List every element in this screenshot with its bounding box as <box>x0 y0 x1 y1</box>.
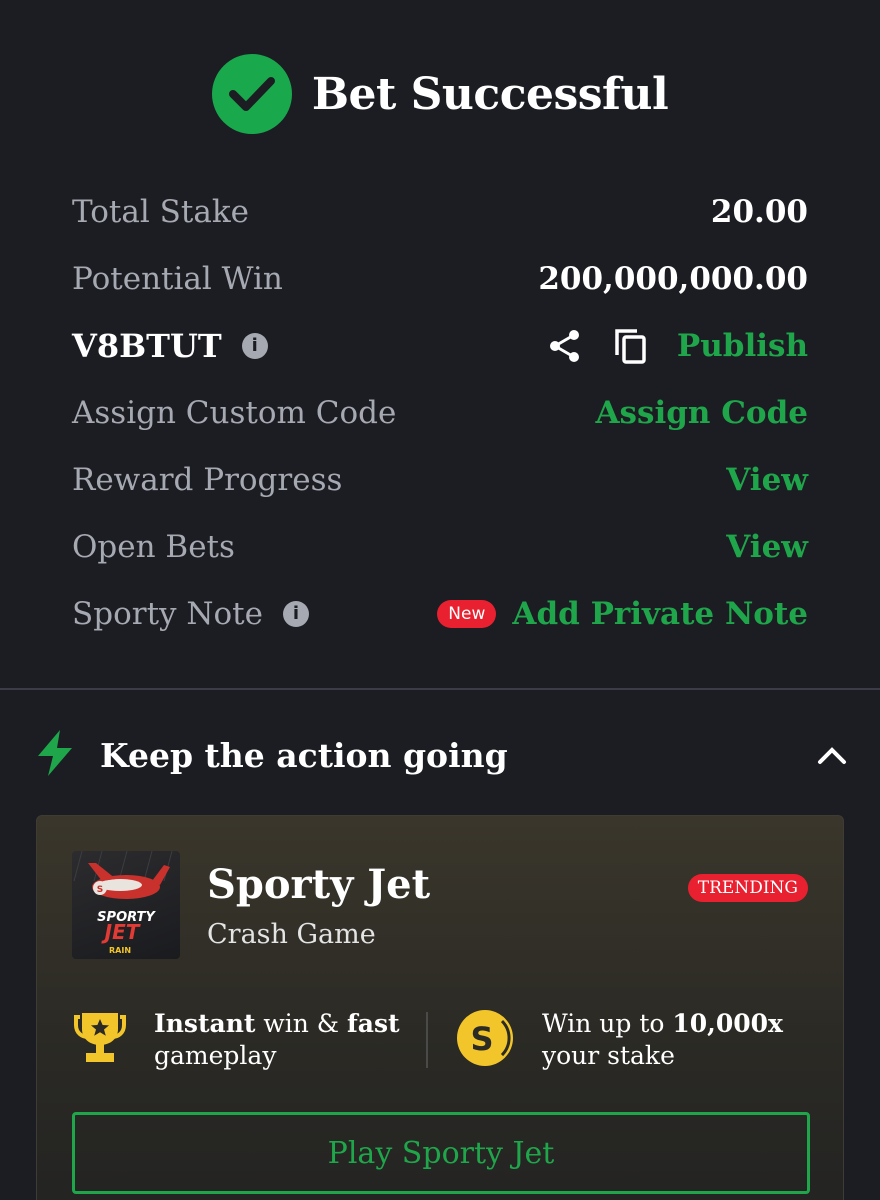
divider <box>0 688 880 690</box>
new-badge: New <box>437 599 497 628</box>
sporty-note-label: Sporty Note i <box>72 596 309 632</box>
booking-code-row: V8BTUT i Publish <box>72 312 808 379</box>
booking-code-text: V8BTUT <box>72 326 222 365</box>
info-icon[interactable]: i <box>241 332 268 359</box>
info-icon[interactable]: i <box>282 600 309 627</box>
reward-progress-label: Reward Progress <box>72 461 343 498</box>
total-stake-value: 20.00 <box>710 193 808 230</box>
booking-code: V8BTUT i <box>72 327 268 365</box>
sporty-jet-card: S SPORTY JET RAIN Sporty Jet Crash Game … <box>36 815 844 1200</box>
copy-icon[interactable] <box>611 326 651 366</box>
game-name: Sporty Jet <box>207 861 431 908</box>
total-stake-label: Total Stake <box>72 193 249 230</box>
thumb-text-jet: JET <box>101 920 141 944</box>
potential-win-row: Potential Win 200,000,000.00 <box>72 245 808 312</box>
lightning-icon <box>36 730 74 780</box>
feature-instant-win: Instant win & fast gameplay <box>72 1008 426 1072</box>
check-circle-icon <box>211 54 292 134</box>
sporty-note-text: Sporty Note <box>72 595 263 632</box>
section-title-group: Keep the action going <box>36 730 508 780</box>
bet-summary: Total Stake 20.00 Potential Win 200,000,… <box>72 178 808 647</box>
trending-badge: TRENDING <box>687 874 808 902</box>
booking-code-actions: Publish <box>545 326 808 366</box>
assign-code-row: Assign Custom Code Assign Code <box>72 379 808 446</box>
coin-icon: S <box>456 1009 516 1071</box>
open-bets-label: Open Bets <box>72 528 235 565</box>
chevron-up-icon[interactable] <box>812 735 852 775</box>
svg-text:S: S <box>97 885 103 895</box>
trophy-icon <box>72 1011 128 1069</box>
total-stake-row: Total Stake 20.00 <box>72 178 808 245</box>
game-type: Crash Game <box>207 919 376 950</box>
svg-text:S: S <box>470 1020 493 1058</box>
keep-action-header[interactable]: Keep the action going <box>36 726 852 784</box>
potential-win-value: 200,000,000.00 <box>538 260 808 297</box>
feature-separator <box>426 1012 428 1068</box>
play-sporty-jet-button[interactable]: Play Sporty Jet <box>72 1112 810 1194</box>
potential-win-label: Potential Win <box>72 260 283 297</box>
page-title: Bet Successful <box>311 68 669 120</box>
feature-win-up-to: S Win up to 10,000x your stake <box>456 1008 810 1072</box>
feature-list: Instant win & fast gameplay S Win up to … <box>72 1006 810 1074</box>
reward-view-link[interactable]: View <box>726 462 808 498</box>
feature-instant-text: Instant win & fast gameplay <box>154 1009 400 1070</box>
reward-progress-row: Reward Progress View <box>72 446 808 513</box>
publish-link[interactable]: Publish <box>677 328 808 364</box>
thumb-text-rain: RAIN <box>109 946 131 955</box>
share-icon[interactable] <box>545 326 585 366</box>
assign-code-link[interactable]: Assign Code <box>596 395 809 431</box>
section-title: Keep the action going <box>100 735 508 775</box>
sporty-note-row: Sporty Note i New Add Private Note <box>72 580 808 647</box>
assign-custom-code-label: Assign Custom Code <box>72 394 397 431</box>
feature-win-text: Win up to 10,000x your stake <box>541 1009 783 1070</box>
add-private-note-link[interactable]: Add Private Note <box>512 596 808 632</box>
bet-success-header: Bet Successful <box>0 52 880 136</box>
sporty-jet-thumbnail[interactable]: S SPORTY JET RAIN <box>72 851 180 959</box>
open-bets-view-link[interactable]: View <box>726 529 808 565</box>
note-actions: New Add Private Note <box>437 596 808 632</box>
open-bets-row: Open Bets View <box>72 513 808 580</box>
